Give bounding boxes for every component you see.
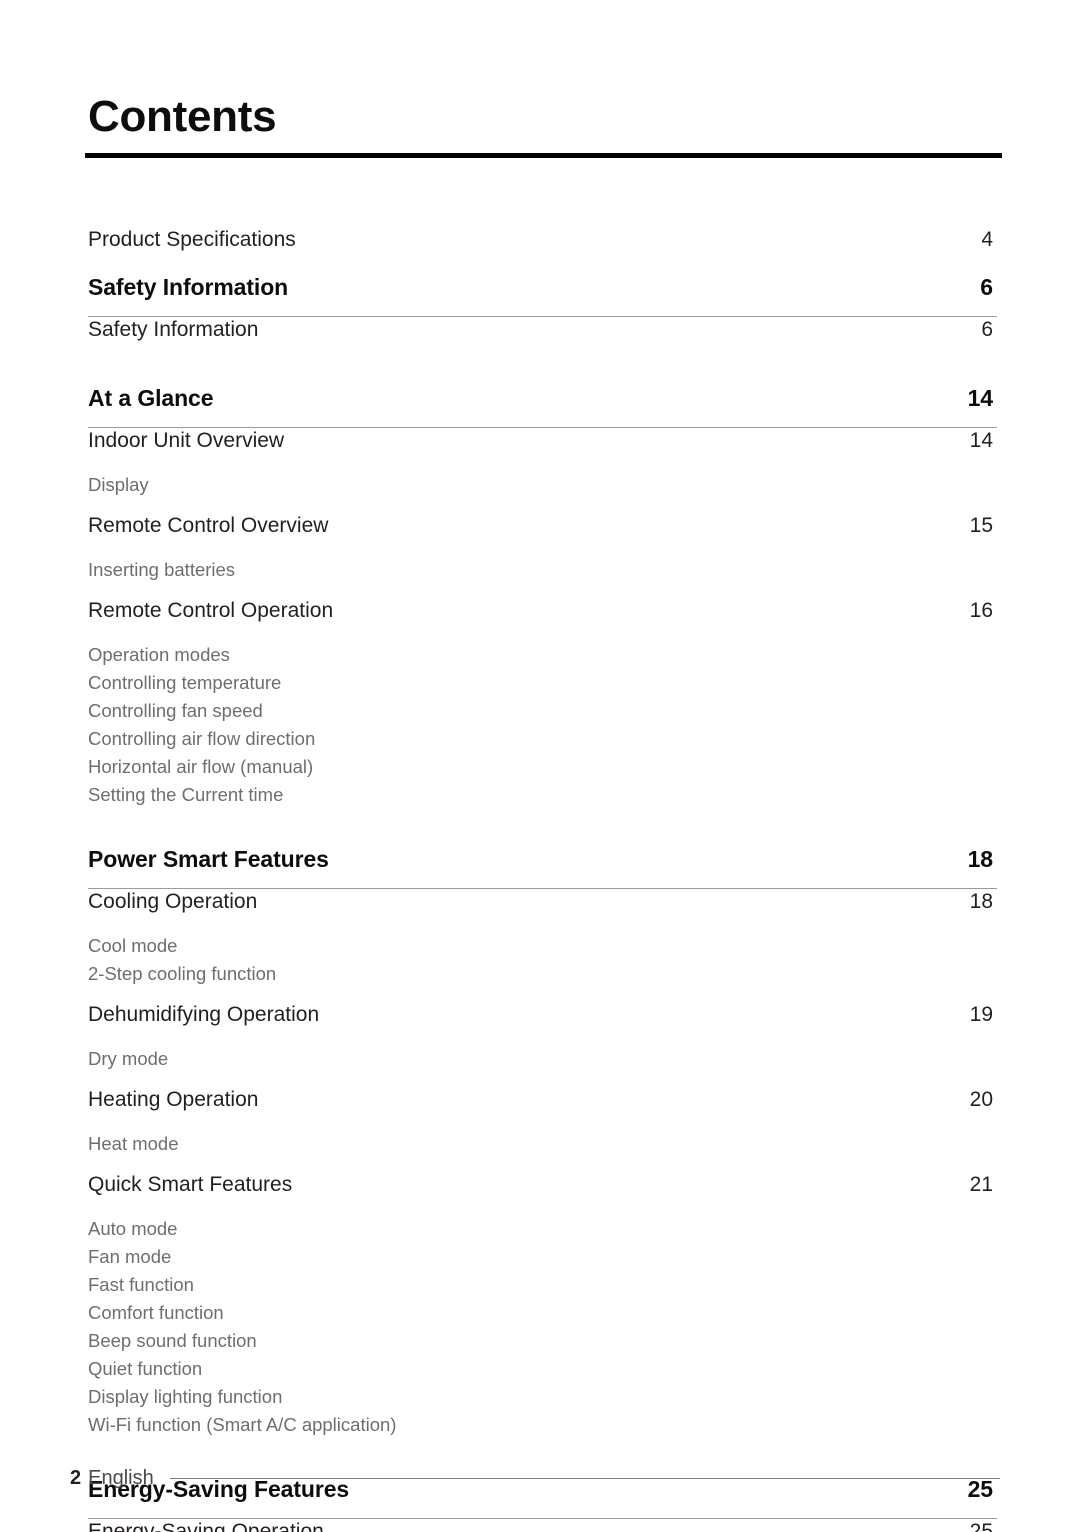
entry-spacer — [88, 1442, 997, 1454]
footer-page-number: 2 — [70, 1467, 82, 1489]
page-footer: 2 English — [70, 1467, 1000, 1490]
toc-entry[interactable]: Product Specifications 4 — [88, 228, 997, 274]
entry-spacer — [88, 1161, 997, 1173]
toc-entry[interactable]: Heating Operation 20 — [88, 1088, 997, 1133]
toc-entry-page-number: 21 — [969, 1173, 993, 1196]
toc-entry[interactable]: Safety Information 6 — [88, 318, 997, 363]
footer-divider — [169, 1478, 1000, 1479]
toc-entry-label: Cooling Operation — [88, 890, 258, 913]
toc-section-header-label: Power Smart Features — [88, 846, 329, 872]
entry-spacer — [88, 991, 997, 1003]
toc-subentry[interactable]: Horizontal air flow (manual) — [88, 756, 997, 784]
toc-subentry[interactable]: Controlling fan speed — [88, 700, 997, 728]
footer-language: English — [88, 1467, 154, 1489]
toc-subentry[interactable]: Operation modes — [88, 644, 997, 672]
toc-subentry[interactable]: Controlling temperature — [88, 672, 997, 700]
title-divider — [85, 153, 1002, 158]
toc-section-header-label: Safety Information — [88, 274, 289, 300]
entry-spacer — [88, 502, 997, 514]
toc-entry-page-number: 20 — [969, 1088, 993, 1111]
toc-entry[interactable]: Quick Smart Features 21 — [88, 1173, 997, 1218]
toc-subentry[interactable]: Auto mode — [88, 1218, 997, 1246]
toc-section-header[interactable]: At a Glance 14 — [88, 385, 997, 427]
toc-entry-label: Safety Information — [88, 318, 259, 341]
table-of-contents: Product Specifications 4 Safety Informatio… — [88, 228, 997, 1532]
toc-entry-page-number: 19 — [969, 1003, 993, 1026]
toc-subentry[interactable]: Beep sound function — [88, 1330, 997, 1358]
toc-entry[interactable]: Cooling Operation 18 — [88, 890, 997, 935]
toc-subentry[interactable]: Quiet function — [88, 1358, 997, 1386]
entry-spacer — [88, 1076, 997, 1088]
toc-entry-label: Heating Operation — [88, 1088, 259, 1111]
toc-entry[interactable]: Remote Control Overview 15 — [88, 514, 997, 559]
toc-subentry[interactable]: Dry mode — [88, 1048, 997, 1076]
entry-spacer — [88, 587, 997, 599]
toc-entry[interactable]: Remote Control Operation 16 — [88, 599, 997, 644]
toc-subentry[interactable]: Controlling air flow direction — [88, 728, 997, 756]
toc-entry-label: Dehumidifying Operation — [88, 1003, 320, 1026]
toc-entry-label: Indoor Unit Overview — [88, 429, 285, 452]
toc-section-header-label: At a Glance — [88, 385, 214, 411]
toc-subentry[interactable]: Inserting batteries — [88, 559, 997, 587]
section-divider — [88, 1518, 997, 1519]
toc-entry-page-number: 16 — [969, 599, 993, 622]
toc-entry-page-number: 14 — [969, 429, 993, 452]
toc-subentry[interactable]: Cool mode — [88, 935, 997, 963]
section-divider — [88, 888, 997, 889]
toc-section-header-page-number: 18 — [967, 846, 993, 872]
toc-subentry[interactable]: 2-Step cooling function — [88, 963, 997, 991]
toc-section-header[interactable]: Power Smart Features 18 — [88, 846, 997, 888]
toc-entry-page-number: 25 — [969, 1520, 993, 1532]
toc-entry-page-number: 4 — [981, 228, 993, 251]
toc-entry[interactable]: Energy-Saving Operation 25 — [88, 1520, 997, 1532]
toc-subentry[interactable]: Display — [88, 474, 997, 502]
toc-section-header-page-number: 6 — [980, 274, 993, 300]
toc-entry-label: Remote Control Operation — [88, 599, 334, 622]
toc-entry-label: Product Specifications — [88, 228, 296, 251]
toc-entry[interactable]: Dehumidifying Operation 19 — [88, 1003, 997, 1048]
toc-entry-label: Quick Smart Features — [88, 1173, 293, 1196]
page-title-block: Contents — [85, 95, 1002, 158]
toc-entry-page-number: 6 — [981, 318, 993, 341]
toc-subentry[interactable]: Heat mode — [88, 1133, 997, 1161]
toc-subentry[interactable]: Fan mode — [88, 1246, 997, 1274]
toc-subentry[interactable]: Comfort function — [88, 1302, 997, 1330]
toc-entry-label: Energy-Saving Operation — [88, 1520, 324, 1532]
toc-section-header-page-number: 14 — [967, 385, 993, 411]
toc-subentry[interactable]: Wi-Fi function (Smart A/C application) — [88, 1414, 997, 1442]
toc-subentry[interactable]: Display lighting function — [88, 1386, 997, 1414]
section-divider — [88, 316, 997, 317]
toc-entry-label: Remote Control Overview — [88, 514, 329, 537]
toc-entry-page-number: 15 — [969, 514, 993, 537]
page-title: Contents — [88, 92, 277, 141]
toc-entry[interactable]: Indoor Unit Overview 14 — [88, 429, 997, 474]
toc-entry-page-number: 18 — [969, 890, 993, 913]
contents-page: Contents Product Specifications 4 Safety I… — [0, 0, 1080, 1532]
entry-spacer — [88, 812, 997, 824]
toc-subentry[interactable]: Fast function — [88, 1274, 997, 1302]
toc-section-header[interactable]: Safety Information 6 — [88, 274, 997, 316]
section-divider — [88, 427, 997, 428]
toc-subentry[interactable]: Setting the Current time — [88, 784, 997, 812]
